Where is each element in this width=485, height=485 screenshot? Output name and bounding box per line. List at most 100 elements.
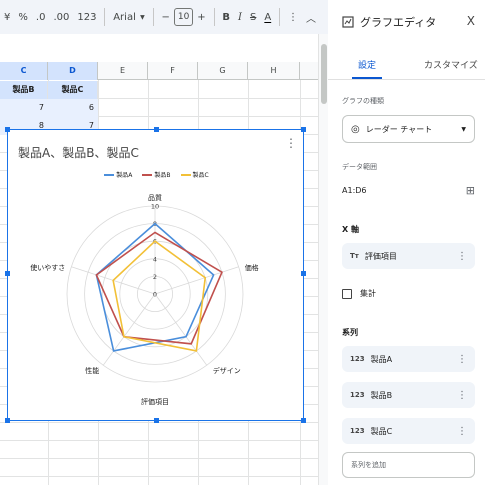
increase-font-size-button[interactable]: + [193,6,209,28]
radar-chart[interactable]: 製品A、製品B、製品C ⋮ 製品A 製品B 製品C 0 2 4 6 8 10 品質 価格 デザイ… [5,127,306,423]
gridline [0,440,328,441]
data-range-field[interactable]: A1:D6 ⊞ [342,180,475,200]
chevron-down-icon: ▼ [140,13,145,21]
font-size-input[interactable]: 10 [173,8,194,26]
cell-c2[interactable]: 7 [0,99,48,117]
series-label: 系列 [342,328,358,337]
scrollbar-thumb[interactable] [321,44,327,104]
chart-type-label: グラフの種類 [342,97,384,105]
toolbar-divider [279,8,280,26]
grid-select-icon[interactable]: ⊞ [466,184,475,197]
cell-c1[interactable]: 製品B [0,81,48,99]
column-header-d[interactable]: D [48,62,98,80]
series-chip[interactable]: 123 製品B ⋮ [342,382,475,408]
tab-customize[interactable]: カスタマイズ [424,58,478,71]
radar-chart-icon: ◎ [351,123,360,135]
number-type-icon: 123 [350,427,365,435]
percent-format-button[interactable]: % [14,6,32,28]
more-options-icon[interactable]: ⋮ [457,426,467,437]
more-options-icon[interactable]: ⋮ [457,251,467,262]
chart-type-select[interactable]: ◎ レーダー チャート ▼ [342,115,475,143]
text-color-button[interactable]: A [260,6,275,28]
number-format-button[interactable]: 123 [73,6,100,28]
editor-tabs: 設定 カスタマイズ [328,52,485,80]
gridline [0,458,328,459]
checkbox-icon[interactable] [342,288,352,299]
resize-handle[interactable] [154,127,159,132]
close-icon[interactable]: X [467,14,475,28]
more-options-icon[interactable]: ⋮ [457,390,467,401]
column-header-g[interactable]: G [198,62,248,80]
resize-handle[interactable] [5,271,10,276]
more-options-icon[interactable]: ⋮ [457,354,467,365]
resize-handle[interactable] [154,418,159,423]
cell-d2[interactable]: 6 [48,99,98,117]
x-axis-chip[interactable]: Tт 評価項目 ⋮ [342,243,475,269]
chart-editor-panel: グラフエディタ X 設定 カスタマイズ グラフの種類 ◎ レーダー チャート ▼… [328,0,485,485]
series-name: 製品C [370,426,393,436]
column-header-e[interactable]: E [98,62,148,80]
tick-label: 0 [153,291,157,299]
panel-header: グラフエディタ [342,14,436,30]
number-type-icon: 123 [350,355,365,363]
series-name: 製品B [370,390,393,400]
decrease-decimal-button[interactable]: .0 [32,6,50,28]
text-type-icon: Tт [350,252,359,260]
toolbar-divider [152,8,154,26]
tick-label: 2 [153,273,157,281]
aggregate-checkbox[interactable]: 集計 [342,288,376,299]
series-line [112,240,207,352]
series-chip[interactable]: 123 製品C ⋮ [342,418,475,444]
toolbar-divider [104,8,106,26]
column-header-f[interactable]: F [148,62,198,80]
resize-handle[interactable] [301,271,306,276]
resize-handle[interactable] [301,418,306,423]
toolbar: ¥ % .0 .00 123 Arial ▼ − 10 + B I S A ⋮ … [0,0,328,34]
add-series-field[interactable]: 系列を追加 [342,452,475,478]
spoke-line [102,293,156,366]
font-family-select[interactable]: Arial ▼ [109,6,149,28]
collapse-toolbar-icon[interactable]: ︿ [302,6,320,28]
more-options-icon[interactable]: ⋮ [284,6,302,28]
data-range-value: A1:D6 [342,185,367,195]
resize-handle[interactable] [301,127,306,132]
number-type-icon: 123 [350,391,365,399]
data-range-label: データ範囲 [342,163,377,171]
tick-label: 10 [151,203,159,211]
aggregate-label: 集計 [360,289,376,298]
axis-label: 評価項目 [141,397,169,406]
category-label: 使いやすさ [30,263,65,272]
panel-title: グラフエディタ [360,16,437,29]
column-headers: C D E F G H [0,62,318,80]
bold-button[interactable]: B [218,6,234,28]
x-axis-value: 評価項目 [364,251,397,261]
category-label: デザイン [213,366,241,375]
chart-type-value: レーダー チャート [365,124,433,134]
currency-format-button[interactable]: ¥ [0,6,14,28]
resize-handle[interactable] [5,418,10,423]
category-label: 価格 [245,263,259,272]
x-axis-label: X 軸 [342,225,359,234]
italic-button[interactable]: I [234,6,246,28]
gridline [0,422,328,423]
increase-decimal-button[interactable]: .00 [49,6,73,28]
vertical-scrollbar[interactable] [318,34,328,485]
series-chip[interactable]: 123 製品A ⋮ [342,346,475,372]
chart-editor-icon [342,16,354,28]
decrease-font-size-button[interactable]: − [158,6,174,28]
column-header-c[interactable]: C [0,62,48,80]
category-label: 品質 [148,193,162,202]
category-label: 性能 [85,366,99,375]
chevron-down-icon: ▼ [461,125,466,133]
series-name: 製品A [370,354,393,364]
tick-label: 4 [153,255,157,263]
cell-d1[interactable]: 製品C [48,81,98,99]
column-header-h[interactable]: H [248,62,300,80]
strikethrough-button[interactable]: S [246,6,260,28]
add-series-placeholder: 系列を追加 [351,461,386,469]
radar-plot-area: 0246810品質価格デザイン性能使いやすさ評価項目 [30,193,259,406]
toolbar-divider [213,8,215,26]
tab-setup[interactable]: 設定 [351,58,383,79]
resize-handle[interactable] [5,127,10,132]
gridline [0,476,328,477]
